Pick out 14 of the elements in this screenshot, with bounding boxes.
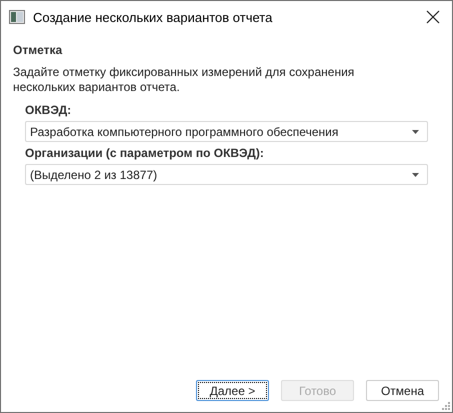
window-title: Создание нескольких вариантов отчета: [33, 10, 274, 24]
dialog-button[interactable]: Отмена: [366, 380, 439, 401]
dropdown-field[interactable]: Разработка компьютерного программного обеспечения: [25, 121, 428, 142]
close-icon[interactable]: [426, 10, 440, 24]
window-icon: [9, 10, 25, 24]
resize-grip-icon[interactable]: [442, 402, 450, 410]
section-heading: Отметка: [13, 43, 64, 57]
caret-icon: [412, 172, 419, 176]
dialog-button[interactable]: Далее >: [196, 380, 269, 401]
section-description: Задайте отметку фиксированных измерений для сохранения нескольких вариантов отчета.: [13, 65, 356, 95]
field-label: Организации (с параметром по ОКВЭД):: [25, 146, 265, 160]
caret-icon: [412, 130, 419, 134]
dropdown-field[interactable]: (Выделено 2 из 13877): [25, 164, 428, 185]
field-label: ОКВЭД:: [25, 103, 72, 117]
